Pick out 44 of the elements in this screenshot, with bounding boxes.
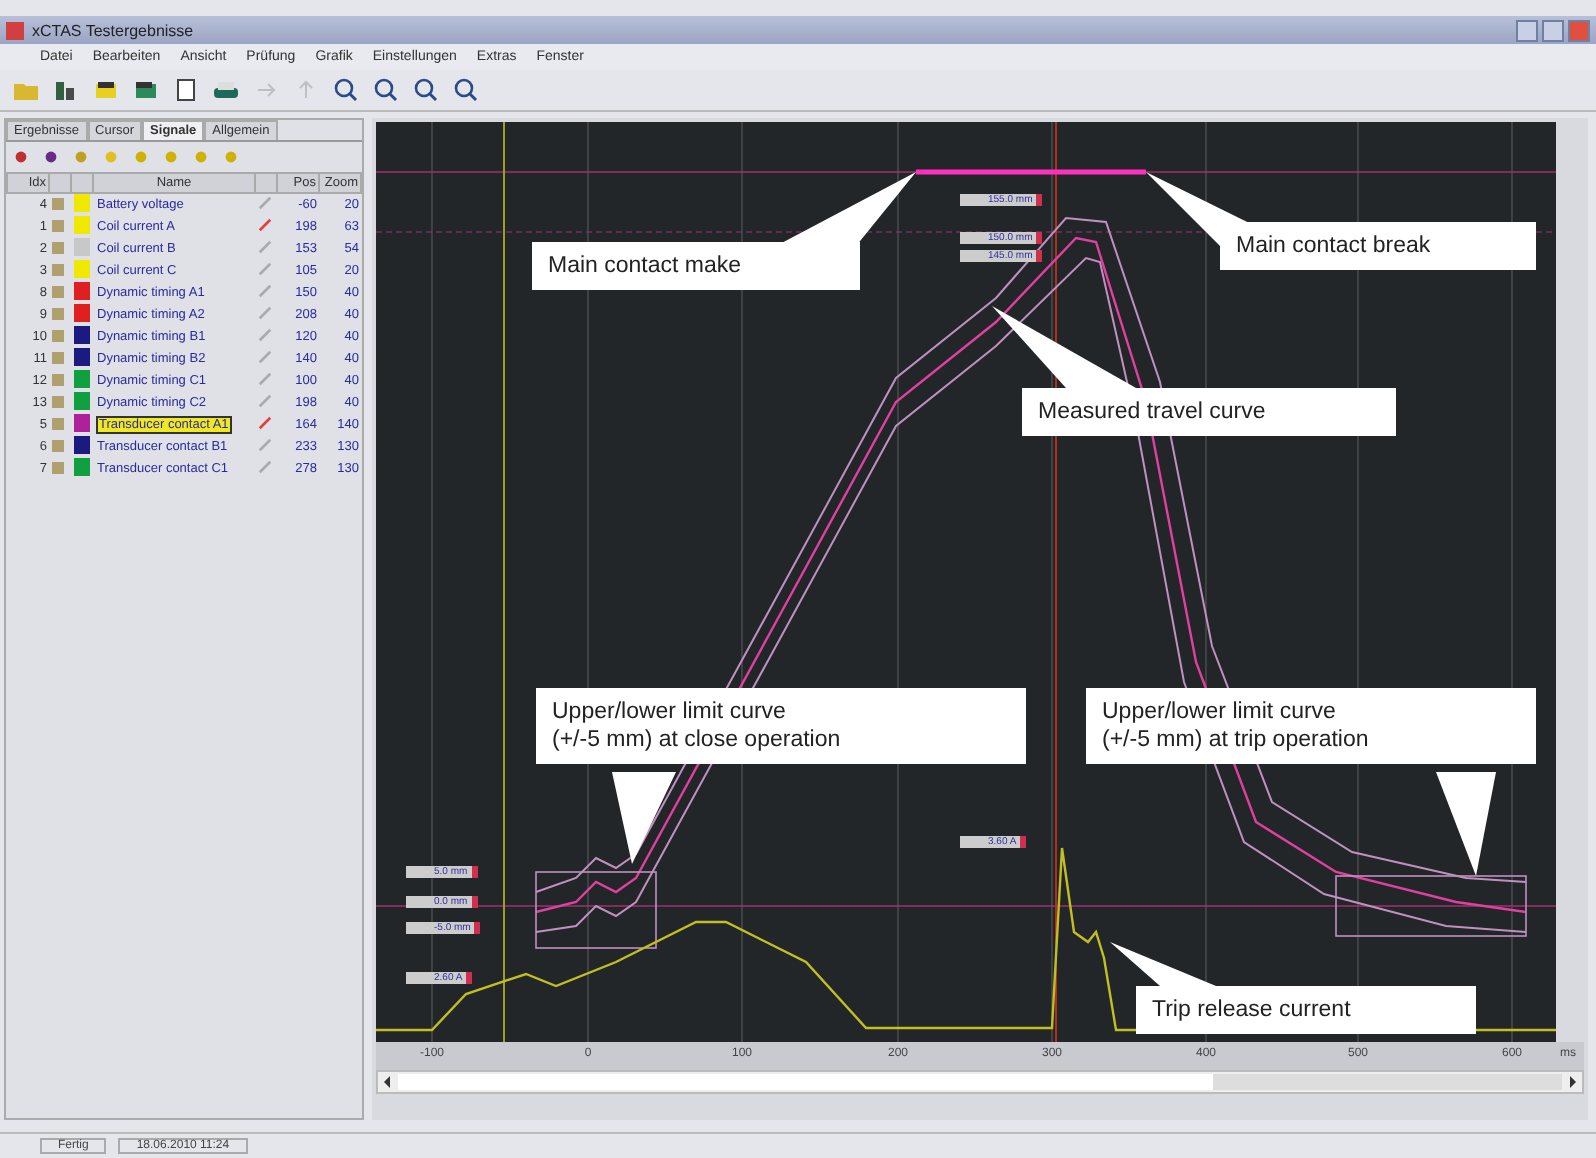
limit-box [535,871,657,949]
minimize-button[interactable] [1516,19,1538,41]
callout-pointer [612,772,676,864]
callout-pointer [1436,772,1496,876]
pencil-icon[interactable] [257,306,271,320]
checkmark-icon[interactable] [257,218,271,232]
zoom-icon[interactable] [452,78,480,102]
printer-icon[interactable] [212,78,240,102]
maximize-button[interactable] [1542,19,1564,41]
pencil-icon[interactable] [257,284,271,298]
callout-label: Upper/lower limit curve (+/-5 mm) at close operation [536,688,1026,764]
callout-label: Main contact make [532,242,860,290]
arrow-icon[interactable] [252,78,280,102]
callout-label: Measured travel curve [1022,388,1396,436]
card-icon[interactable] [132,78,160,102]
document-icon[interactable] [172,78,200,102]
pencil-icon[interactable] [257,372,271,386]
pencil-icon[interactable] [257,262,271,276]
chart-icon[interactable] [52,78,80,102]
pencil-icon[interactable] [257,394,271,408]
close-button[interactable] [1568,19,1590,41]
callout-label: Main contact break [1220,222,1536,270]
callout-pointer [992,306,1136,388]
zoom-icon[interactable] [372,78,400,102]
cursor-line[interactable] [1055,122,1057,1042]
callout-pointer [1110,942,1216,986]
folder-icon[interactable] [12,78,40,102]
scroll-right-icon[interactable] [1564,1074,1580,1090]
zoom-icon[interactable] [412,78,440,102]
callout-label: Upper/lower limit curve (+/-5 mm) at trip operation [1086,688,1536,764]
pencil-icon[interactable] [257,240,271,254]
pencil-icon[interactable] [257,438,271,452]
pencil-icon[interactable] [257,350,271,364]
zoom-icon[interactable] [332,78,360,102]
window-title: xCTAS Testergebnisse [32,21,196,39]
pencil-icon[interactable] [257,328,271,342]
scrollbar-thumb[interactable] [398,1074,1562,1090]
horizontal-scrollbar[interactable] [376,1070,1584,1094]
checkmark-icon[interactable] [257,416,271,430]
app-icon [6,21,24,39]
pencil-icon[interactable] [257,460,271,474]
pencil-icon[interactable] [257,196,271,210]
card-icon[interactable] [92,78,120,102]
scroll-left-icon[interactable] [380,1074,396,1090]
